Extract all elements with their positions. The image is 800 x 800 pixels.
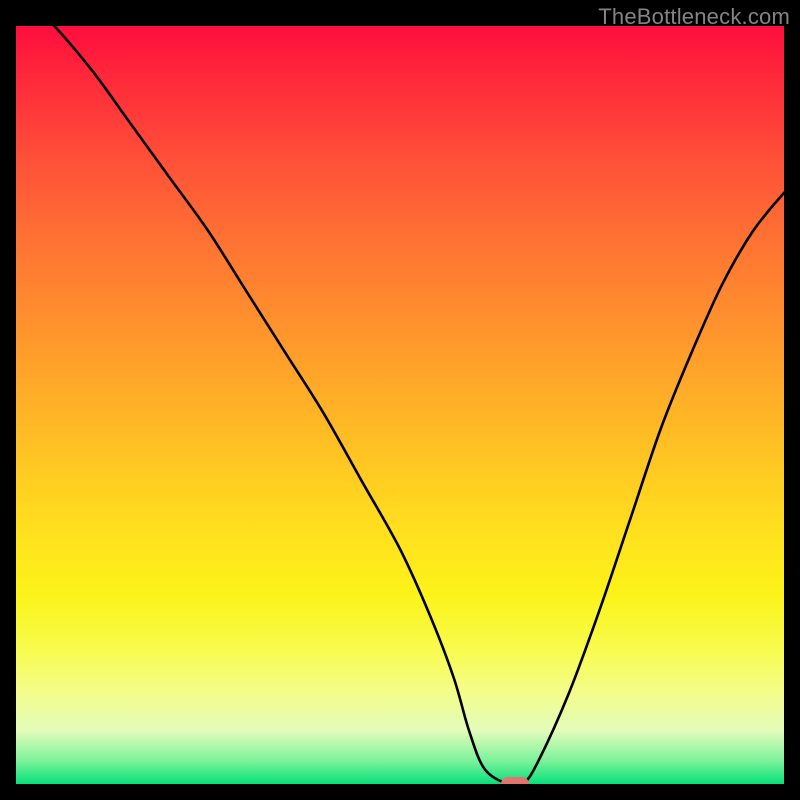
optimal-marker [501,777,529,784]
chart-frame: TheBottleneck.com [0,0,800,800]
plot-area [16,26,784,784]
watermark-text: TheBottleneck.com [598,4,790,30]
bottleneck-curve [16,26,784,784]
